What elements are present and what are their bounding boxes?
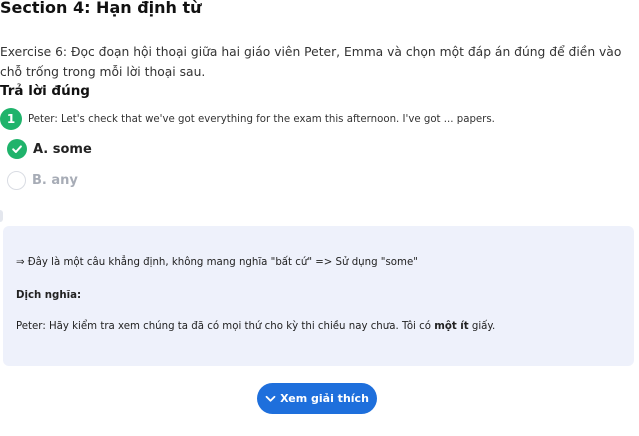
translation-text-end: giấy.: [468, 321, 496, 332]
check-icon: [7, 139, 27, 159]
view-explanation-label: Xem giải thích: [280, 392, 369, 405]
chevron-down-icon: [265, 395, 276, 403]
translation-heading: Dịch nghĩa:: [16, 290, 82, 301]
section-title: Section 4: Hạn định từ: [0, 0, 202, 17]
option-a-label: A. some: [33, 141, 92, 157]
explanation-panel: ⇒ Đây là một câu khẳng định, không mang …: [3, 226, 634, 366]
explanation-reason: ⇒ Đây là một câu khẳng định, không mang …: [16, 257, 418, 268]
option-b-label: B. any: [32, 172, 78, 188]
translation-text: Peter: Hãy kiểm tra xem chúng ta đã có m…: [16, 321, 495, 332]
exercise-instructions: Exercise 6: Đọc đoạn hội thoại giữa hai …: [0, 45, 622, 79]
radio-empty-icon: [7, 170, 26, 190]
divider-mark: [0, 210, 3, 222]
option-b[interactable]: B. any: [7, 169, 78, 191]
translation-text-part: Peter: Hãy kiểm tra xem chúng ta đã có m…: [16, 321, 435, 332]
option-a[interactable]: A. some: [7, 138, 92, 160]
answer-status-heading: Trả lời đúng: [0, 83, 90, 99]
question-row: 1 Peter: Let's check that we've got ever…: [0, 108, 495, 130]
translation-highlight: một ít: [434, 321, 469, 332]
view-explanation-button[interactable]: Xem giải thích: [257, 383, 377, 414]
question-text: Peter: Let's check that we've got everyt…: [28, 113, 495, 125]
question-number-badge: 1: [0, 108, 22, 130]
